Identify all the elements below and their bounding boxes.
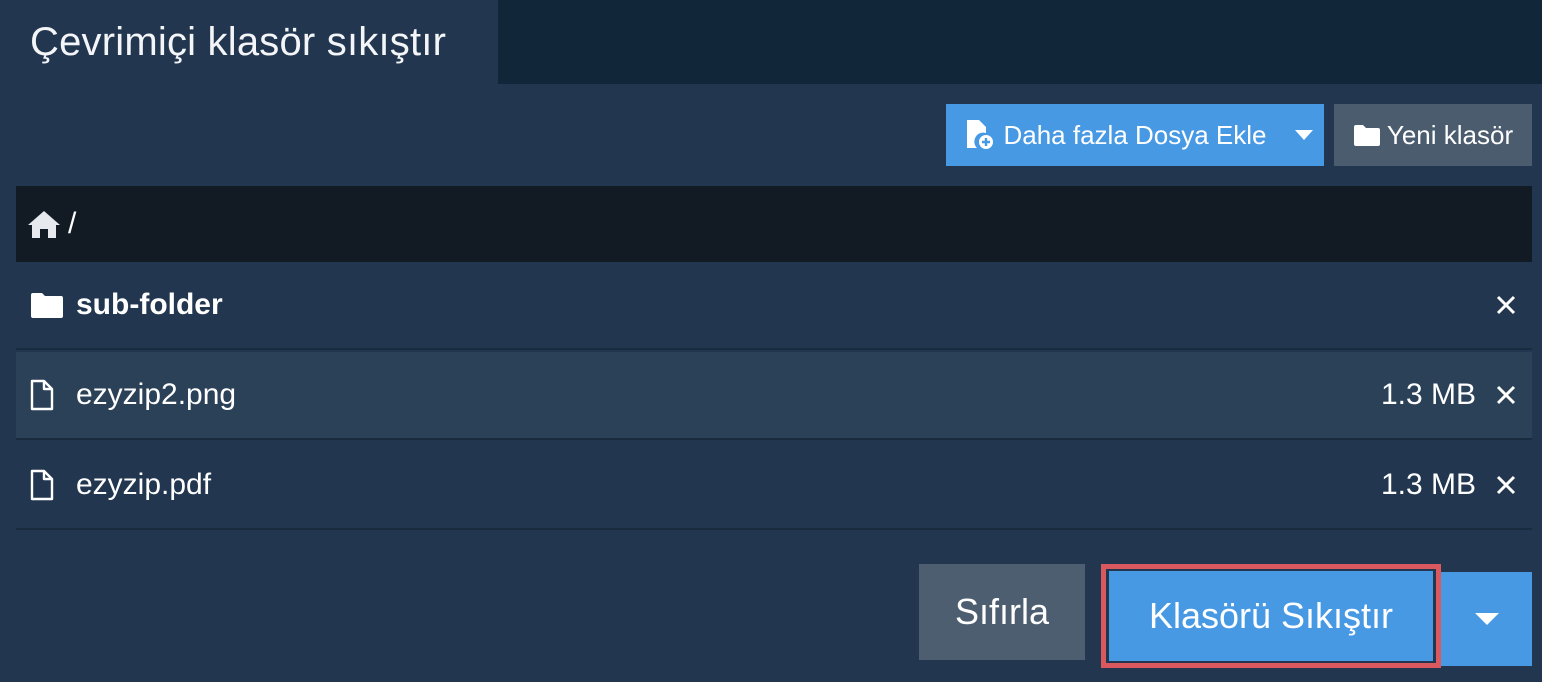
compress-folder-label: Klasörü Sıkıştır (1148, 595, 1394, 636)
add-files-menu-toggle[interactable] (1284, 104, 1324, 166)
add-more-files-button[interactable]: Daha fazla Dosya Ekle (946, 104, 1284, 166)
new-folder-button[interactable]: Yeni klasör (1334, 104, 1532, 166)
folder-icon (30, 291, 70, 319)
close-icon[interactable] (1494, 473, 1518, 497)
file-icon (30, 469, 70, 501)
compress-options-toggle[interactable] (1441, 572, 1532, 666)
folder-icon (1353, 123, 1381, 147)
entry-name: ezyzip.pdf (76, 468, 212, 501)
file-size: 1.3 MB (1380, 468, 1476, 501)
caret-down-icon (1474, 613, 1499, 625)
entry-name: sub-folder (76, 288, 223, 321)
breadcrumb: / (16, 186, 1532, 262)
breadcrumb-path[interactable]: / (68, 207, 76, 241)
reset-button[interactable]: Sıfırla (919, 564, 1085, 660)
list-item-folder[interactable]: sub-folder (16, 262, 1532, 350)
main-panel: Daha fazla Dosya Ekle Yeni klasör / sub-… (0, 84, 1542, 682)
list-item-file[interactable]: ezyzip.pdf 1.3 MB (16, 442, 1532, 530)
file-plus-icon (963, 119, 995, 151)
entry-name: ezyzip2.png (76, 378, 237, 411)
reset-label: Sıfırla (954, 591, 1050, 632)
compress-folder-button[interactable]: Klasörü Sıkıştır (1109, 571, 1433, 661)
close-icon[interactable] (1494, 383, 1518, 407)
home-icon[interactable] (26, 208, 62, 240)
file-icon (30, 379, 70, 411)
add-more-files-label: Daha fazla Dosya Ekle (1003, 119, 1267, 150)
tab-title: Çevrimiçi klasör sıkıştır (30, 19, 447, 64)
list-item-file[interactable]: ezyzip2.png 1.3 MB (16, 352, 1532, 440)
file-size: 1.3 MB (1380, 378, 1476, 411)
tab-compress-folder[interactable]: Çevrimiçi klasör sıkıştır (0, 0, 498, 84)
caret-down-icon (1295, 130, 1313, 140)
new-folder-label: Yeni klasör (1386, 119, 1514, 150)
close-icon[interactable] (1494, 293, 1518, 317)
